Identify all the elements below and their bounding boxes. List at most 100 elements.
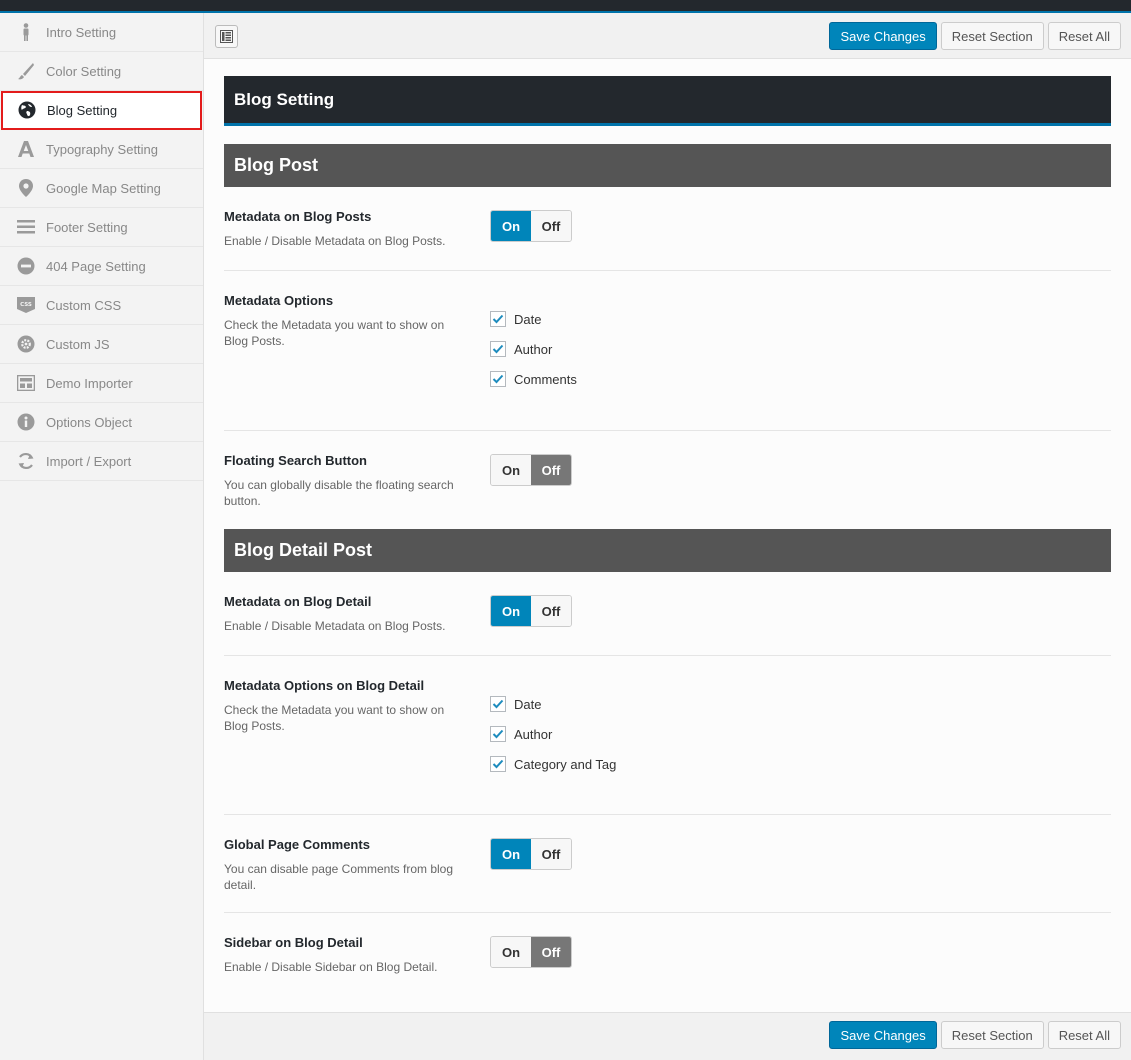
gear-circle-icon	[16, 334, 36, 354]
checkbox-label: Date	[514, 311, 542, 327]
checkbox-box[interactable]	[490, 371, 506, 387]
menu-lines-icon	[16, 217, 36, 237]
switch-off-option[interactable]: Off	[531, 211, 571, 241]
switch-on-option[interactable]: On	[491, 596, 531, 626]
top-action-buttons: Save Changes Reset Section Reset All	[829, 22, 1121, 50]
switch-on-option[interactable]: On	[491, 937, 531, 967]
sidebar-item-label: Intro Setting	[46, 24, 117, 40]
switch-off-option[interactable]: Off	[531, 596, 571, 626]
checkbox-date[interactable]: Date	[490, 304, 577, 334]
field-metadata-options-blog-detail: Metadata Options on Blog Detail Check th…	[224, 656, 1111, 815]
checkbox-box[interactable]	[490, 696, 506, 712]
top-admin-bar	[0, 0, 1131, 13]
switch-off-option[interactable]: Off	[531, 937, 571, 967]
options-content: Blog Setting Blog Post Metadata on Blog …	[224, 76, 1111, 997]
floating-search-switch[interactable]: On Off	[490, 454, 572, 486]
checkbox-author[interactable]: Author	[490, 334, 577, 364]
metadata-blog-detail-switch[interactable]: On Off	[490, 595, 572, 627]
checkmark-icon	[492, 759, 504, 769]
sidebar-item-import-export[interactable]: Import / Export	[0, 442, 203, 481]
metadata-options-checklist: Date Author Comments	[490, 304, 577, 394]
sidebar-item-label: Custom JS	[46, 336, 110, 352]
field-title: Metadata on Blog Detail	[224, 594, 372, 609]
checkmark-icon	[492, 729, 504, 739]
save-changes-button[interactable]: Save Changes	[829, 22, 937, 50]
switch-on-option[interactable]: On	[491, 211, 531, 241]
field-description: You can disable page Comments from blog …	[224, 862, 454, 892]
sidebar-item-label: Custom CSS	[46, 297, 122, 313]
sidebar-item-typography-setting[interactable]: Typography Setting	[0, 130, 203, 169]
sidebar-item-custom-js[interactable]: Custom JS	[0, 325, 203, 364]
field-description: Enable / Disable Metadata on Blog Posts.	[224, 234, 446, 248]
metadata-blog-posts-switch[interactable]: On Off	[490, 210, 572, 242]
field-description: You can globally disable the floating se…	[224, 478, 454, 508]
sidebar-item-label: 404 Page Setting	[46, 258, 146, 274]
group-header-blog-detail-post: Blog Detail Post	[224, 529, 1111, 572]
sidebar-item-demo-importer[interactable]: Demo Importer	[0, 364, 203, 403]
checkmark-icon	[492, 374, 504, 384]
sidebar-item-label: Typography Setting	[46, 141, 159, 157]
checkbox-author[interactable]: Author	[490, 719, 616, 749]
checkmark-icon	[492, 314, 504, 324]
checkbox-label: Category and Tag	[514, 756, 617, 772]
page-comments-switch[interactable]: On Off	[490, 838, 572, 870]
checkbox-date[interactable]: Date	[490, 689, 616, 719]
field-sidebar-blog-detail: Sidebar on Blog Detail Enable / Disable …	[224, 913, 1111, 997]
checkbox-comments[interactable]: Comments	[490, 364, 577, 394]
sidebar-blog-detail-switch[interactable]: On Off	[490, 936, 572, 968]
field-global-page-comments: Global Page Comments You can disable pag…	[224, 815, 1111, 913]
checkbox-category-and-tag[interactable]: Category and Tag	[490, 749, 616, 779]
bottom-action-buttons: Save Changes Reset Section Reset All	[829, 1021, 1121, 1049]
checkbox-box[interactable]	[490, 311, 506, 327]
field-description: Enable / Disable Sidebar on Blog Detail.	[224, 960, 438, 974]
field-floating-search-button: Floating Search Button You can globally …	[224, 431, 1111, 529]
metadata-options-detail-checklist: Date Author Category and Tag	[490, 689, 616, 779]
sidebar-item-label: Demo Importer	[46, 375, 133, 391]
checkmark-icon	[492, 699, 504, 709]
css-badge-icon: CSS	[16, 295, 36, 315]
switch-off-option[interactable]: Off	[531, 455, 571, 485]
checkbox-label: Date	[514, 696, 542, 712]
field-title: Sidebar on Blog Detail	[224, 935, 363, 950]
sidebar-item-color-setting[interactable]: Color Setting	[0, 52, 203, 91]
save-changes-button[interactable]: Save Changes	[829, 1021, 937, 1049]
layout-icon	[16, 373, 36, 393]
field-metadata-options: Metadata Options Check the Metadata you …	[224, 271, 1111, 431]
sidebar-item-options-object[interactable]: Options Object	[0, 403, 203, 442]
expand-options-button[interactable]	[215, 25, 238, 48]
sidebar-item-intro-setting[interactable]: Intro Setting	[0, 13, 203, 52]
field-title: Metadata Options on Blog Detail	[224, 678, 425, 693]
sidebar-item-blog-setting[interactable]: Blog Setting	[1, 91, 202, 130]
map-pin-icon	[16, 178, 36, 198]
sidebar-item-label: Google Map Setting	[46, 180, 161, 196]
reset-section-button[interactable]: Reset Section	[940, 22, 1044, 50]
checkbox-label: Comments	[514, 371, 577, 387]
sidebar-item-google-map-setting[interactable]: Google Map Setting	[0, 169, 203, 208]
switch-on-option[interactable]: On	[491, 455, 531, 485]
panel-layout-icon	[220, 30, 233, 43]
reset-all-button[interactable]: Reset All	[1047, 22, 1121, 50]
sidebar-item-label: Options Object	[46, 414, 132, 430]
checkbox-box[interactable]	[490, 756, 506, 772]
reset-all-button[interactable]: Reset All	[1047, 1021, 1121, 1049]
section-title: Blog Setting	[224, 76, 1111, 126]
checkbox-box[interactable]	[490, 726, 506, 742]
reset-section-button[interactable]: Reset Section	[940, 1021, 1044, 1049]
sidebar-item-custom-css[interactable]: CSS Custom CSS	[0, 286, 203, 325]
sidebar-item-404-page-setting[interactable]: 404 Page Setting	[0, 247, 203, 286]
sidebar-item-label: Blog Setting	[47, 102, 118, 118]
field-description: Check the Metadata you want to show on B…	[224, 318, 445, 348]
switch-on-option[interactable]: On	[491, 839, 531, 869]
sidebar-item-label: Import / Export	[46, 453, 132, 469]
refresh-icon	[16, 451, 36, 471]
field-description: Check the Metadata you want to show on B…	[224, 703, 445, 733]
person-icon	[16, 22, 36, 42]
checkbox-box[interactable]	[490, 341, 506, 357]
sidebar-item-footer-setting[interactable]: Footer Setting	[0, 208, 203, 247]
checkmark-icon	[492, 344, 504, 354]
top-toolbar: Save Changes Reset Section Reset All	[204, 13, 1131, 59]
switch-off-option[interactable]: Off	[531, 839, 571, 869]
field-title: Metadata on Blog Posts	[224, 209, 372, 224]
bottom-toolbar: Save Changes Reset Section Reset All	[204, 1012, 1131, 1060]
globe-icon	[17, 100, 37, 120]
